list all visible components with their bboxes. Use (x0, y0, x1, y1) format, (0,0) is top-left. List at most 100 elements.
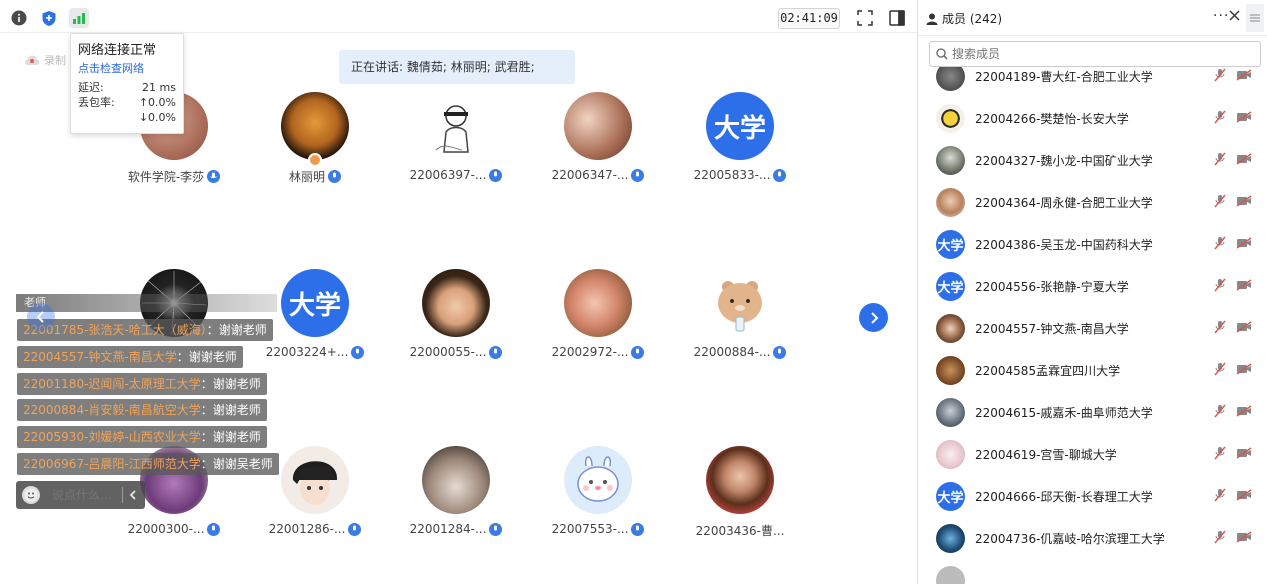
member-row[interactable]: 大学 22004556-张艳静-宁夏大学 (918, 265, 1267, 307)
participant-tile[interactable]: 22000884-... (670, 269, 810, 359)
chat-header: 老师 (16, 294, 277, 312)
avatar (422, 92, 490, 160)
shield-icon[interactable] (39, 8, 59, 28)
mic-muted-icon (1214, 320, 1226, 337)
camera-off-icon (1236, 68, 1252, 84)
participant-tile[interactable]: 大学 22005833-... (670, 92, 810, 182)
more-options-button[interactable]: ··· (1213, 8, 1229, 24)
chat-input-bar (16, 481, 145, 509)
member-name: 22004556-张艳静-宁夏大学 (975, 279, 1129, 294)
avatar-text: 大学 (936, 271, 965, 301)
participant-name: 22003436-曹... (695, 524, 785, 538)
participant-name: 22001286-... (268, 522, 346, 536)
participant-name: 22005833-... (693, 168, 771, 182)
meeting-timer: 02:41:09 (778, 8, 840, 29)
emoji-icon[interactable] (22, 486, 40, 504)
participant-tile[interactable]: 22006397-... (386, 92, 526, 182)
member-name: 22004266-樊楚怡-长安大学 (975, 111, 1129, 126)
avatar (706, 446, 774, 514)
chevron-left-icon (129, 490, 136, 500)
member-title: 成员 (242) (926, 10, 1002, 27)
participant-tile[interactable]: 22007553-... (528, 446, 668, 536)
member-row[interactable]: 22004364-周永健-合肥工业大学 (918, 181, 1267, 223)
side-panel-icon[interactable] (887, 8, 907, 28)
participant-tile[interactable]: 大学 22003224+... (245, 269, 385, 359)
member-row[interactable] (918, 559, 1267, 584)
meeting-view: 02:41:09 网络连接正常 点击检查网络 延迟: 21 ms 丢包率: ↑0… (0, 0, 917, 584)
chat-text: ：谢谢老师 (200, 377, 261, 391)
member-list-scrollbar[interactable] (1260, 67, 1264, 584)
mic-muted-icon (1214, 488, 1226, 505)
avatar-text: 大学 (936, 481, 965, 511)
chat-message: 22006967-吕晨阳-江西师范大学：谢谢吴老师 (17, 453, 279, 475)
fullscreen-icon[interactable] (855, 8, 875, 28)
close-icon[interactable] (1229, 10, 1240, 24)
member-row[interactable]: 22004619-宫雪-聊城大学 (918, 433, 1267, 475)
avatar (936, 67, 965, 91)
member-row[interactable]: 22004327-魏小龙-中国矿业大学 (918, 139, 1267, 181)
participant-tile[interactable]: 22006347-... (528, 92, 668, 182)
member-row[interactable]: 22004189-曹大红-合肥工业大学 (918, 67, 1267, 97)
camera-off-icon (1236, 152, 1252, 168)
avatar (422, 269, 490, 337)
chat-text: ：谢谢老师 (200, 430, 261, 444)
participant-name: 22000055-... (409, 345, 487, 359)
speaking-banner: 正在讲话: 魏倩茹; 林丽明; 武君胜; (339, 50, 575, 84)
avatar (564, 269, 632, 337)
member-panel: 成员 (242) ··· 22004189-曹大红-合肥工业大学 2200426… (918, 0, 1267, 584)
chat-text: ：谢谢吴老师 (200, 457, 273, 471)
network-status-title: 网络连接正常 (78, 43, 157, 58)
latency-value: 21 ms (142, 81, 176, 94)
mic-icon (631, 522, 645, 536)
member-search[interactable] (929, 41, 1261, 67)
signal-icon[interactable] (69, 8, 89, 28)
participant-tile[interactable]: 22000055-... (386, 269, 526, 359)
avatar: 大学 (936, 271, 965, 301)
member-search-input[interactable] (952, 47, 1232, 61)
participant-tile[interactable]: 林丽明 (245, 92, 385, 185)
member-row[interactable]: 22004585孟霖宜四川大学 (918, 349, 1267, 391)
search-icon (936, 48, 948, 60)
participant-tile[interactable]: 22001284-... (386, 446, 526, 536)
avatar (706, 269, 774, 337)
mic-muted-icon (1214, 446, 1226, 463)
member-row[interactable]: 大学 22004666-邱天衡-长春理工大学 (918, 475, 1267, 517)
avatar (936, 523, 965, 553)
camera-off-icon (1236, 488, 1252, 504)
participant-name: 林丽明 (288, 170, 325, 184)
mic-icon (773, 345, 787, 359)
packet-loss-down: ↓0.0% (138, 111, 176, 124)
member-name: 22004585孟霖宜四川大学 (975, 363, 1121, 378)
avatar: 大学 (706, 92, 774, 160)
member-row[interactable]: 22004615-戚嘉禾-曲阜师范大学 (918, 391, 1267, 433)
avatar (936, 397, 965, 427)
member-row[interactable]: 22004266-樊楚怡-长安大学 (918, 97, 1267, 139)
participant-name: 22001284-... (409, 522, 487, 536)
member-name: 22004364-周永健-合肥工业大学 (975, 195, 1153, 210)
participant-tile[interactable]: 22002972-... (528, 269, 668, 359)
mic-muted-icon (1214, 404, 1226, 421)
collapse-chat-button[interactable] (129, 490, 137, 500)
member-row[interactable]: 22004736-仉嘉岐-哈尔滨理工大学 (918, 517, 1267, 559)
cloud-recording-indicator[interactable]: 录制 (24, 52, 66, 68)
chat-sender: 22005930-刘媛婷-山西农业大学 (23, 430, 201, 444)
menu-icon[interactable] (1246, 4, 1264, 32)
check-network-link[interactable]: 点击检查网络 (78, 60, 176, 76)
mic-icon (489, 168, 503, 182)
packet-loss-row: 丢包率: ↑0.0% (78, 95, 176, 110)
latency-row: 延迟: 21 ms (78, 80, 176, 95)
participant-tile[interactable]: 22003436-曹... (670, 446, 810, 539)
next-page-button[interactable] (859, 303, 888, 332)
chat-input[interactable] (52, 488, 118, 502)
mic-muted-icon (1214, 362, 1226, 379)
chat-sender: 22006967-吕晨阳-江西师范大学 (23, 457, 201, 471)
member-row[interactable]: 大学 22004386-吴玉龙-中国药科大学 (918, 223, 1267, 265)
info-icon[interactable] (9, 8, 29, 28)
chat-message: 22005930-刘媛婷-山西农业大学：谢谢老师 (17, 426, 267, 448)
chat-text: ：谢谢老师 (206, 323, 267, 337)
person-icon (926, 13, 938, 25)
avatar-text: 大学 (706, 92, 774, 160)
chevron-right-icon (870, 311, 878, 324)
member-row[interactable]: 22004557-钟文燕-南昌大学 (918, 307, 1267, 349)
prev-page-button[interactable] (27, 303, 55, 331)
